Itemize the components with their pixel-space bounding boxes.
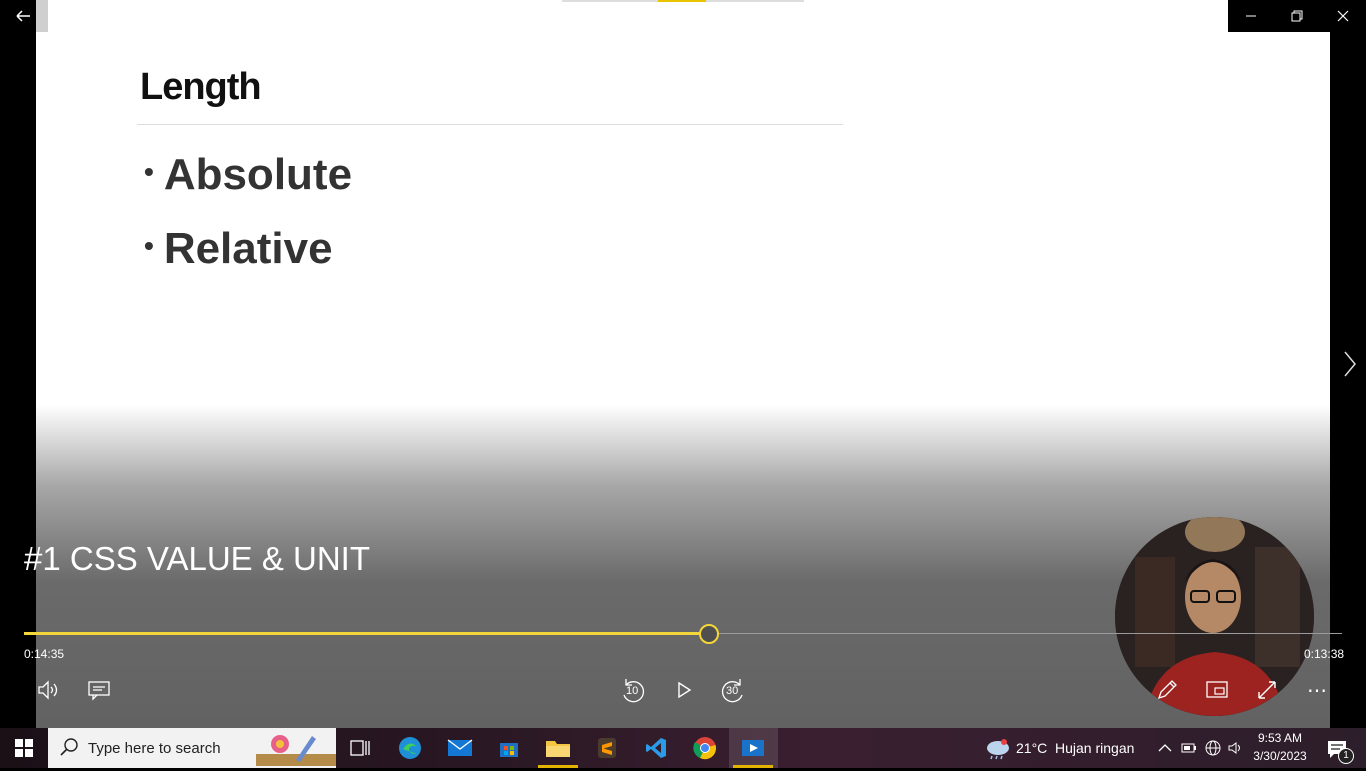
seek-progress[interactable] — [24, 632, 709, 635]
minimize-button[interactable] — [1228, 0, 1274, 32]
restore-button[interactable] — [1274, 0, 1320, 32]
bullet-text: Absolute — [163, 150, 353, 199]
search-icon — [58, 737, 80, 764]
back-button[interactable] — [8, 4, 38, 28]
mail-icon — [447, 739, 473, 756]
seek-thumb[interactable] — [699, 624, 719, 644]
weather-temperature[interactable]: 21°C — [1016, 740, 1047, 756]
movies-tv-icon — [742, 740, 764, 756]
edge-icon — [399, 737, 421, 759]
folder-icon — [546, 741, 570, 757]
weather-description[interactable]: Hujan ringan — [1055, 740, 1134, 756]
search-highlight-icon — [256, 730, 336, 766]
minimize-icon — [1246, 15, 1256, 17]
more-options-button[interactable]: ⋯ — [1302, 675, 1332, 705]
clock-time[interactable]: 9:53 AM — [1248, 731, 1312, 745]
bullet-text: Relative — [163, 224, 333, 273]
vscode-icon — [646, 738, 666, 758]
file-explorer-taskbar-button[interactable] — [543, 734, 573, 762]
search-placeholder: Type here to search — [88, 740, 221, 757]
chrome-icon — [693, 737, 716, 760]
captions-icon — [88, 681, 110, 701]
captions-button[interactable] — [84, 675, 114, 705]
next-video-button[interactable] — [1338, 346, 1362, 382]
bullet-dot: • — [144, 230, 154, 262]
slide-title: Length — [140, 66, 262, 108]
store-icon — [500, 743, 518, 757]
window-controls — [1228, 0, 1366, 32]
skip-back-label: 10 — [626, 685, 639, 697]
elapsed-time: 0:14:35 — [24, 647, 65, 661]
play-button[interactable] — [670, 675, 698, 705]
expand-icon — [1258, 681, 1276, 699]
skip-back-button[interactable]: 10 — [618, 675, 648, 707]
slide-bullet: • Absolute — [144, 150, 352, 200]
battery-button[interactable] — [1180, 738, 1198, 758]
fullscreen-button[interactable] — [1252, 675, 1282, 705]
movies-tv-taskbar-button[interactable] — [738, 734, 768, 762]
pen-icon — [1157, 680, 1177, 700]
notification-count-badge: 1 — [1338, 748, 1354, 764]
skip-forward-button[interactable]: 30 — [718, 675, 748, 707]
globe-icon — [1205, 740, 1221, 756]
chevron-right-icon — [1344, 351, 1356, 377]
start-button[interactable] — [0, 728, 48, 768]
close-button[interactable] — [1320, 0, 1366, 32]
vscode-taskbar-button[interactable] — [641, 734, 671, 762]
mini-view-icon — [1206, 681, 1228, 698]
mail-taskbar-button[interactable] — [445, 734, 475, 762]
clock-date[interactable]: 3/30/2023 — [1248, 749, 1312, 763]
speaker-button[interactable] — [1227, 738, 1245, 758]
volume-icon — [38, 680, 58, 700]
back-arrow-icon — [16, 10, 30, 22]
chevron-up-icon — [1158, 744, 1172, 752]
store-taskbar-button[interactable] — [494, 734, 524, 762]
close-icon — [1337, 10, 1349, 22]
slide-top-bar-accent — [658, 0, 706, 2]
task-view-button[interactable] — [345, 734, 375, 762]
slide-divider — [137, 124, 843, 125]
speaker-icon — [1228, 742, 1240, 754]
network-button[interactable] — [1204, 738, 1222, 758]
task-view-icon — [350, 740, 370, 756]
weather-icon — [984, 736, 1012, 765]
sublime-taskbar-button[interactable] — [592, 734, 622, 762]
skip-forward-label: 30 — [726, 685, 739, 697]
slide-bullet: • Relative — [144, 224, 333, 274]
sublime-text-icon — [598, 738, 616, 758]
volume-button[interactable] — [34, 675, 64, 705]
notifications-button[interactable]: 1 — [1322, 736, 1354, 764]
chrome-taskbar-button[interactable] — [690, 734, 720, 762]
video-title: #1 CSS VALUE & UNIT — [24, 540, 371, 577]
play-icon — [678, 681, 692, 699]
show-hidden-icons-button[interactable] — [1156, 738, 1174, 758]
windows-logo-icon — [15, 739, 33, 757]
draw-button[interactable] — [1152, 675, 1182, 705]
battery-icon — [1181, 743, 1196, 753]
remaining-time: 0:13:38 — [1304, 647, 1345, 661]
edge-taskbar-button[interactable] — [395, 734, 425, 762]
restore-icon — [1291, 10, 1303, 22]
mini-view-button[interactable] — [1202, 675, 1232, 705]
bullet-dot: • — [144, 156, 154, 188]
